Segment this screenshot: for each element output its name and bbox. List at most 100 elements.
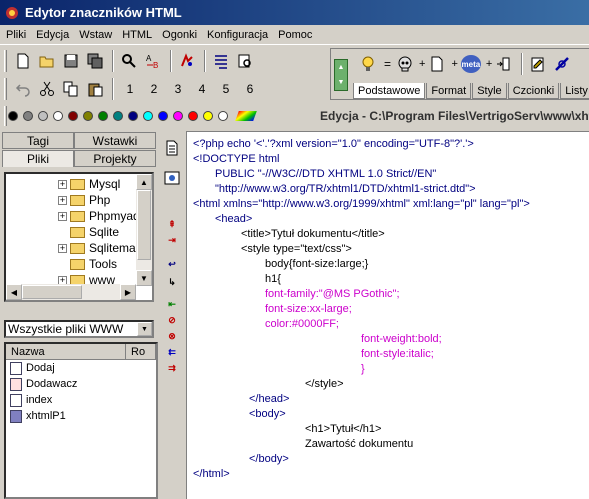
new-file-button[interactable] [12,50,34,72]
color-swatch[interactable] [188,111,198,121]
toolbar-grip[interactable] [4,50,7,72]
insert-line-button[interactable]: ⇥ [164,232,180,248]
save-button[interactable] [60,50,82,72]
tree-item[interactable]: Tools [58,256,117,272]
color-swatch[interactable] [53,111,63,121]
tab-tagi[interactable]: Tagi [2,132,74,149]
code-editor[interactable]: <?php echo '<'.'?xml version="1.0" encod… [186,131,589,499]
heading-5-button[interactable]: 5 [214,78,238,100]
color-swatch[interactable] [143,111,153,121]
color-swatch[interactable] [68,111,78,121]
tree-horizontal-scrollbar[interactable]: ◀ ▶ [6,284,136,300]
heading-6-button[interactable]: 6 [238,78,262,100]
menu-pomoc[interactable]: Pomoc [273,29,317,41]
heading-4-button[interactable]: 4 [190,78,214,100]
expand-icon[interactable]: + [58,195,67,205]
move-left-button[interactable]: ⇇ [164,344,180,360]
column-nazwa[interactable]: Nazwa [6,344,126,359]
heading-2-button[interactable]: 2 [142,78,166,100]
tab-wstawki[interactable]: Wstawki [74,132,156,149]
scroll-up-button[interactable]: ▲ [136,174,152,190]
insert-doc-button[interactable] [493,53,515,75]
list-item[interactable]: xhtmlP1 [6,408,156,424]
menu-html[interactable]: HTML [117,29,157,41]
color-swatch[interactable] [158,111,168,121]
tree-scroll-thumb[interactable] [137,190,151,260]
tab-pliki[interactable]: Pliki [2,150,74,167]
replace-button[interactable]: AB [142,50,164,72]
heading-1-button[interactable]: 1 [118,78,142,100]
list-item[interactable]: index [6,392,156,408]
color-picker-icon[interactable] [235,111,257,121]
toolbar-edit: 1 2 3 4 5 6 [12,78,262,100]
scroll-down-button[interactable]: ▼ [136,270,152,286]
file-filter-select[interactable]: Wszystkie pliki WWW ▼ [4,320,154,338]
scroll-right-button[interactable]: ▶ [120,284,136,300]
color-swatch[interactable] [218,111,228,121]
tree-hscroll-thumb[interactable] [22,285,82,299]
tab-format[interactable]: Format [426,83,472,99]
list-item[interactable]: Dodaj [6,360,156,376]
menu-pliki[interactable]: Pliki [0,29,31,41]
column-ro[interactable]: Ro [126,344,156,359]
color-swatch[interactable] [23,111,33,121]
meta-button[interactable]: meta [459,53,483,75]
move-right-button[interactable]: ⇉ [164,360,180,376]
title-bar[interactable]: Edytor znaczników HTML [0,0,589,25]
open-file-button[interactable] [36,50,58,72]
tag-close-button[interactable]: ⊘ [164,312,180,328]
save-all-button[interactable] [84,50,106,72]
code-line: h1{ [265,273,281,285]
tag-remove-button[interactable]: ⊗ [164,328,180,344]
menu-konfiguracja[interactable]: Konfiguracja [202,29,273,41]
undo-button[interactable] [12,78,34,100]
color-swatch[interactable] [173,111,183,121]
cut-button[interactable] [36,78,58,100]
list-item[interactable]: Dodawacz [6,376,156,392]
expand-icon[interactable]: + [58,211,67,221]
tree-item[interactable]: + Php [58,192,110,208]
insert-top-button[interactable]: ⇞ [164,216,180,232]
tab-czcionki[interactable]: Czcionki [507,83,560,99]
heading-3-button[interactable]: 3 [166,78,190,100]
expand-icon[interactable]: + [58,243,67,253]
scroll-left-button[interactable]: ◀ [6,284,22,300]
link-button[interactable] [551,53,573,75]
tree-item[interactable]: Sqlite [58,224,119,240]
tree-vertical-scrollbar[interactable]: ▲ ▼ [136,174,152,286]
format-button[interactable] [210,50,232,72]
menu-ogonki[interactable]: Ogonki [157,29,202,41]
chevron-down-icon[interactable]: ▼ [137,322,152,336]
tab-style[interactable]: Style [472,83,507,99]
expand-icon[interactable]: + [58,179,67,189]
color-swatch[interactable] [128,111,138,121]
panel-scroll-arrows[interactable]: ▲ ▼ [334,59,348,91]
toolbar-grip[interactable] [4,78,7,100]
find-button[interactable] [118,50,140,72]
copy-button[interactable] [60,78,82,100]
color-swatch[interactable] [113,111,123,121]
add-doc-button[interactable] [426,53,448,75]
tab-projekty[interactable]: Projekty [74,150,156,167]
paste-button[interactable] [84,78,106,100]
menu-edycja[interactable]: Edycja [31,29,74,41]
color-swatch[interactable] [203,111,213,121]
skull-button[interactable] [394,53,416,75]
color-swatch[interactable] [83,111,93,121]
color-swatch[interactable] [8,111,18,121]
tag-hint-button[interactable] [357,53,379,75]
color-swatch[interactable] [38,111,48,121]
doc-button[interactable] [164,140,180,156]
preview-button[interactable] [234,50,256,72]
indent-button[interactable]: ↳ [164,274,180,290]
edit-doc-button[interactable] [527,53,549,75]
tree-item[interactable]: + Mysql [58,176,120,192]
tab-listy[interactable]: Listy [560,83,589,99]
browser-button[interactable] [164,170,180,186]
align-left-button[interactable]: ⇤ [164,296,180,312]
menu-wstaw[interactable]: Wstaw [74,29,117,41]
wrap-button[interactable]: ↩ [164,256,180,272]
tab-podstawowe[interactable]: Podstawowe [353,83,426,99]
color-swatch[interactable] [98,111,108,121]
spellcheck-button[interactable] [176,50,198,72]
